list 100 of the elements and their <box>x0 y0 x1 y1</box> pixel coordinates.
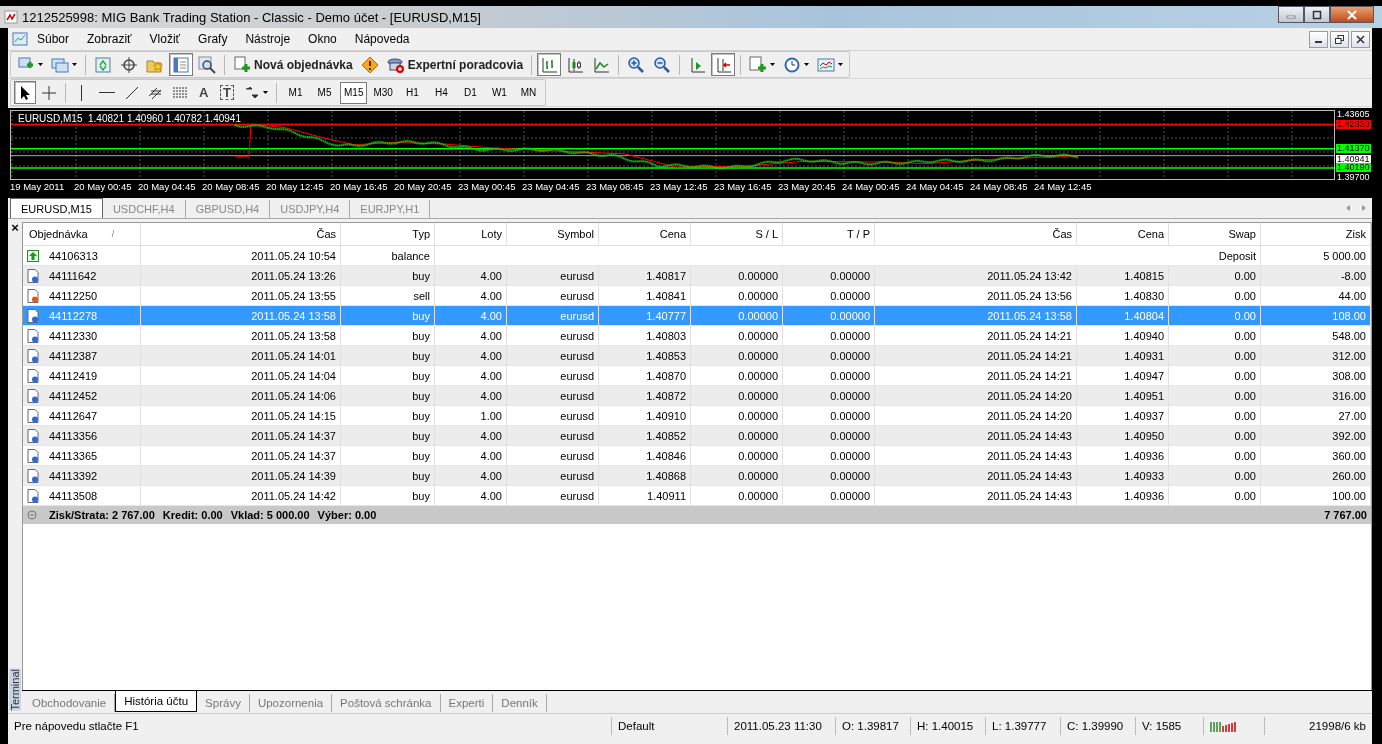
buy-order-icon <box>27 448 39 463</box>
menu-item[interactable]: Zobraziť <box>78 32 141 46</box>
table-cell: 44112250 <box>49 289 98 302</box>
column-header[interactable]: Cena <box>599 223 691 245</box>
indicators-icon <box>749 55 768 74</box>
deposit-icon <box>27 249 39 262</box>
column-header[interactable]: Objednávka / <box>23 223 141 245</box>
menu-item[interactable]: Nástroje <box>236 32 300 46</box>
table-cell: 44113365 <box>49 449 98 462</box>
table-row[interactable]: 44113392 2011.05.24 14:39 buy 4.00 eurusd 1.40868 0.00000 0.00000 2011.05.24 14:43 1.40933 0.00 260.00 <box>23 466 1371 486</box>
table-row[interactable]: 44112419 2011.05.24 14:04 buy 4.00 eurusd 1.40870 0.00000 0.00000 2011.05.24 14:21 1.40947 0.00 308.00 <box>23 366 1371 386</box>
column-header[interactable]: Symbol <box>507 223 599 245</box>
column-header[interactable]: Čas <box>875 223 1077 245</box>
periods-icon <box>783 55 802 74</box>
close-button[interactable]: × <box>11 222 19 234</box>
chart-header: EURUSD,M15 1.40821 1.40960 1.40782 1.40941 <box>18 113 241 124</box>
status-text: O: 1.39817 <box>835 717 910 735</box>
connection-icon <box>1210 720 1236 732</box>
column-header[interactable]: Cena <box>1077 223 1169 245</box>
close-button[interactable] <box>1330 6 1374 23</box>
table-row[interactable]: 44112330 2011.05.24 13:58 buy 4.00 eurusd 1.40803 0.00000 0.00000 2011.05.24 14:21 1.40940 0.00 548.00 <box>23 326 1371 346</box>
panel-tab[interactable]: Denník <box>493 694 547 712</box>
buy-order-icon <box>27 328 39 343</box>
minimize-button[interactable] <box>1309 30 1328 48</box>
experts-button[interactable]: Expertní poradcovia <box>383 53 527 76</box>
time-label: 20 May 08:45 <box>202 181 261 192</box>
table-row[interactable]: 44112387 2011.05.24 14:01 buy 4.00 eurusd 1.40853 0.00000 0.00000 2011.05.24 14:21 1.40931 0.00 312.00 <box>23 346 1371 366</box>
table-cell: 44112387 <box>49 349 98 362</box>
menu-item[interactable]: Okno <box>299 32 346 46</box>
timeframe-button[interactable]: M30 <box>369 81 397 104</box>
table-row[interactable]: 44112647 2011.05.24 14:15 buy 1.00 eurusd 1.40910 0.00000 0.00000 2011.05.24 14:20 1.40937 0.00 27.00 <box>23 406 1371 426</box>
column-header[interactable]: Typ <box>341 223 435 245</box>
timeframe-button[interactable]: H4 <box>427 81 455 104</box>
time-label: 19 May 2011 <box>10 181 66 192</box>
timeframe-button[interactable]: M15 <box>340 81 368 104</box>
column-header[interactable]: T / P <box>783 223 875 245</box>
table-cell: 44113508 <box>49 489 98 502</box>
menu-item[interactable]: Grafy <box>189 32 237 46</box>
table-row[interactable]: 44113365 2011.05.24 14:37 buy 4.00 eurusd 1.40846 0.00000 0.00000 2011.05.24 14:43 1.40936 0.00 360.00 <box>23 446 1371 466</box>
terminal-button[interactable] <box>169 53 193 76</box>
price-label: 1.39700 <box>1336 173 1371 182</box>
table-row[interactable]: 44106313 2011.05.24 10:54 balance Deposit 5 000.00 <box>23 246 1371 266</box>
bar-chart-button[interactable] <box>537 53 562 76</box>
caret-icon <box>804 63 810 66</box>
warning-icon <box>360 55 379 74</box>
panel-tab[interactable]: Poštová schránka <box>332 694 441 712</box>
chart-tab[interactable]: EURUSD,M15 <box>10 198 103 218</box>
minimize-button[interactable] <box>1278 6 1304 23</box>
time-label: 20 May 20:45 <box>394 181 453 192</box>
table-row[interactable]: 44113508 2011.05.24 14:42 buy 4.00 eurusd 1.40911 0.00000 0.00000 2011.05.24 14:43 1.40936 0.00 100.00 <box>23 486 1371 506</box>
cursor-tool-button[interactable] <box>14 81 36 104</box>
time-label: 20 May 12:45 <box>266 181 325 192</box>
column-header[interactable]: Swap <box>1169 223 1261 245</box>
minimize-icon <box>1315 40 1322 43</box>
timeframe-button[interactable]: W1 <box>485 81 513 104</box>
restore-button[interactable] <box>1330 30 1349 48</box>
column-header[interactable]: Čas <box>141 223 341 245</box>
summary-text: Výber: 0.00 <box>317 509 377 521</box>
time-label: 23 May 20:45 <box>778 181 837 192</box>
buy-order-icon <box>27 388 39 403</box>
price-label: 1.43605 <box>1336 110 1371 119</box>
panel-tab[interactable]: História účtu <box>115 691 198 712</box>
table-cell: 44113356 <box>49 429 98 442</box>
status-text: 2011.05.23 11:30 <box>727 717 835 735</box>
table-row[interactable]: 44113356 2011.05.24 14:37 buy 4.00 eurusd 1.40852 0.00000 0.00000 2011.05.24 14:43 1.40950 0.00 392.00 <box>23 426 1371 446</box>
panel-tab[interactable]: Upozornenia <box>249 694 333 712</box>
profiles-icon <box>51 55 69 74</box>
restore-icon <box>1335 34 1344 44</box>
timeframe-button[interactable]: MN <box>514 81 542 104</box>
panel-tab[interactable]: Správy <box>197 694 250 712</box>
table-cell: 44112647 <box>49 409 98 422</box>
column-header[interactable]: S / L <box>691 223 783 245</box>
table-row[interactable]: 44111642 2011.05.24 13:26 buy 4.00 eurusd 1.40817 0.00000 0.00000 2011.05.24 13:42 1.40815 0.00 -8.00 <box>23 266 1371 286</box>
timeframe-button[interactable]: M5 <box>311 81 338 104</box>
panel-tab[interactable]: Experti <box>440 694 494 712</box>
new-order-button[interactable]: Nová objednávka <box>230 53 356 76</box>
text-tool-button[interactable]: A <box>193 81 215 104</box>
table-row[interactable]: 44112452 2011.05.24 14:06 buy 4.00 eurusd 1.40872 0.00000 0.00000 2011.05.24 14:20 1.40951 0.00 316.00 <box>23 386 1371 406</box>
table-row[interactable]: 44112250 2011.05.24 13:55 sell 4.00 eurusd 1.40841 0.00000 0.00000 2011.05.24 13:56 1.40830 0.00 44.00 <box>23 286 1371 306</box>
caret-icon <box>838 63 844 66</box>
trendline-icon <box>124 84 140 101</box>
sell-order-icon <box>27 288 39 303</box>
table-cell: 44113392 <box>49 469 98 482</box>
column-header[interactable]: Loty <box>435 223 507 245</box>
timeframe-button[interactable]: H1 <box>398 81 426 104</box>
chart-shift-button[interactable] <box>711 53 736 76</box>
timeframe-button[interactable]: D1 <box>456 81 484 104</box>
time-label: 20 May 00:45 <box>74 181 133 192</box>
timeframe-button[interactable]: M1 <box>282 81 309 104</box>
column-header[interactable]: Zisk <box>1261 223 1371 245</box>
maximize-button[interactable] <box>1304 6 1330 23</box>
menu-item[interactable]: Nápoveda <box>345 32 419 46</box>
label-tool-button[interactable]: T <box>217 81 239 104</box>
menu-item[interactable]: Vložiť <box>140 32 190 46</box>
fibonacci-icon <box>172 84 188 101</box>
status-text: C: 1.39990 <box>1060 717 1135 735</box>
status-text: H: 1.40015 <box>910 717 985 735</box>
price-label: 1.41370 <box>1336 144 1371 154</box>
menu-item[interactable]: Súbor <box>28 32 79 46</box>
close-button[interactable] <box>1351 30 1370 48</box>
